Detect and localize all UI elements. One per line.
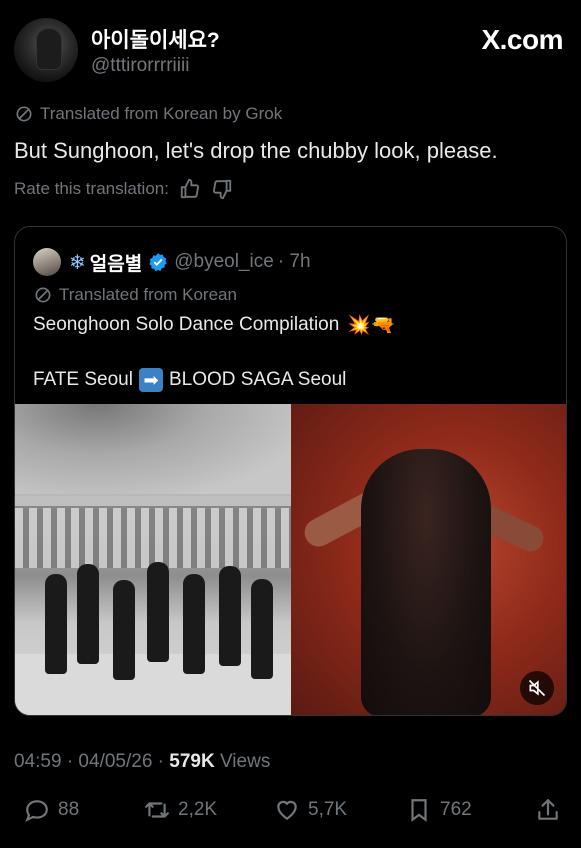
author-display-name[interactable]: 아이돌이세요? xyxy=(91,24,220,54)
reply-button[interactable]: 88 xyxy=(24,797,79,823)
thumbs-up-icon[interactable] xyxy=(179,178,201,200)
quoted-text-fate: FATE Seoul xyxy=(33,369,133,390)
rate-label: Rate this translation: xyxy=(14,179,169,198)
action-bar: 88 2,2K 5,7K 762 xyxy=(14,797,567,831)
views-count: 579K xyxy=(169,751,215,772)
quoted-text-line-1: Seonghoon Solo Dance Compilation 💥🔫 xyxy=(33,313,395,337)
snowflake-icon: ❄ xyxy=(69,251,86,274)
like-count: 5,7K xyxy=(308,799,348,820)
reply-count: 88 xyxy=(58,799,80,820)
verified-badge-icon xyxy=(149,253,167,272)
post-timestamp[interactable]: 04:59 · 04/05/26 · xyxy=(14,751,169,772)
video-right-frame xyxy=(291,404,566,715)
translate-icon xyxy=(16,106,32,122)
repost-count: 2,2K xyxy=(178,799,218,820)
quoted-post[interactable]: ❄ 얼음별 @byeol_ice · 7h Translated from Ko… xyxy=(14,226,567,716)
quoted-author-avatar[interactable] xyxy=(33,248,61,276)
bookmark-icon xyxy=(411,799,427,822)
speaker-muted-icon xyxy=(528,679,546,697)
mute-button[interactable] xyxy=(520,671,554,705)
translate-icon xyxy=(35,287,51,303)
quoted-translation-notice: Translated from Korean xyxy=(33,285,237,305)
quoted-video[interactable] xyxy=(15,404,566,715)
post-header: 아이돌이세요? @tttirorrrriiii X.com xyxy=(14,18,567,84)
right-arrow-icon: ➡ xyxy=(138,368,163,392)
thumbs-down-icon[interactable] xyxy=(211,178,233,200)
translation-notice: Translated from Korean by Grok xyxy=(14,104,282,124)
quoted-translation-label: Translated from Korean xyxy=(59,285,237,304)
rate-translation: Rate this translation: xyxy=(14,178,233,200)
site-logo: X.com xyxy=(481,24,563,55)
quoted-text-title: Seonghoon Solo Dance Compilation xyxy=(33,314,340,335)
translation-label: Translated from Korean by Grok xyxy=(40,104,283,123)
like-button[interactable]: 5,7K xyxy=(274,797,347,823)
quoted-author-handle[interactable]: @byeol_ice xyxy=(174,251,274,273)
quoted-post-time: · 7h xyxy=(277,251,311,272)
author-handle[interactable]: @tttirorrrriiii xyxy=(91,55,189,77)
post-text: But Sunghoon, let's drop the chubby look… xyxy=(14,138,498,163)
quoted-author-name[interactable]: 얼음별 xyxy=(90,249,142,276)
reply-icon xyxy=(25,800,48,822)
bookmark-count: 762 xyxy=(440,799,472,820)
author-avatar[interactable] xyxy=(14,18,78,82)
quoted-text-line-2: FATE Seoul ➡ BLOOD SAGA Seoul xyxy=(33,368,346,392)
post-meta: 04:59 · 04/05/26 · 579K Views xyxy=(14,751,270,773)
video-left-frame xyxy=(15,404,291,715)
repost-icon xyxy=(145,802,169,818)
heart-icon xyxy=(277,800,297,820)
quoted-text-blood-saga: BLOOD SAGA Seoul xyxy=(168,369,347,390)
share-icon xyxy=(538,799,558,820)
quoted-post-header: ❄ 얼음별 @byeol_ice · 7h xyxy=(33,248,311,276)
repost-button[interactable]: 2,2K xyxy=(144,797,217,823)
share-button[interactable] xyxy=(535,797,561,823)
quoted-text-emoji: 💥🔫 xyxy=(347,315,395,336)
bookmark-button[interactable]: 762 xyxy=(406,797,472,823)
views-label: Views xyxy=(214,751,271,772)
